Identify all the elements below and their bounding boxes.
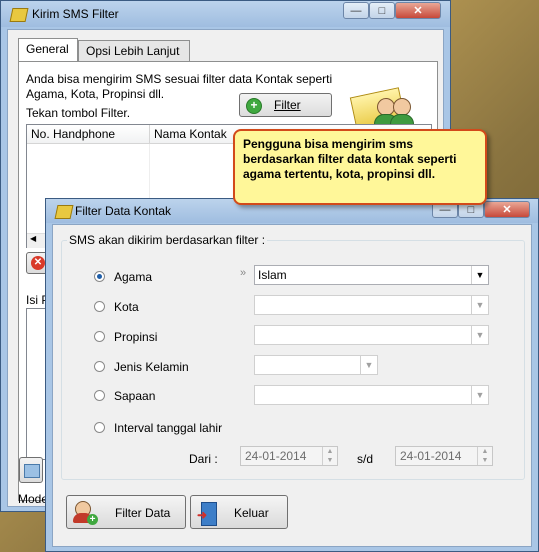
radio-propinsi[interactable]	[94, 331, 105, 342]
dialog-app-icon	[54, 205, 74, 219]
filter-close-button[interactable]: ✕	[484, 201, 530, 218]
filter-client-area: SMS akan dikirim berdasarkan filter : Ag…	[52, 224, 532, 547]
filter-dialog-title: Filter Data Kontak	[75, 204, 172, 218]
chevron-right-icon: »	[240, 267, 247, 279]
keluar-button[interactable]: ➜ Keluar	[190, 495, 288, 529]
filter-groupbox-label: SMS akan dikirim berdasarkan filter :	[67, 233, 268, 247]
date-to-spinner[interactable]: ▲ ▼	[477, 447, 492, 465]
chevron-down-icon[interactable]: ▼	[471, 326, 488, 344]
add-icon: +	[87, 514, 98, 525]
keluar-button-label: Keluar	[234, 506, 269, 520]
exit-arrow-icon: ➜	[197, 508, 208, 522]
chevron-down-icon[interactable]: ▼	[360, 356, 377, 374]
date-from-spinner[interactable]: ▲ ▼	[322, 447, 337, 465]
label-interval-tanggal-lahir: Interval tanggal lahir	[114, 421, 223, 435]
radio-agama[interactable]	[94, 271, 105, 282]
date-to-input[interactable]: 24-01-2014 ▲ ▼	[395, 446, 493, 466]
label-sd: s/d	[357, 452, 374, 466]
filter-data-button-label: Filter Data	[115, 506, 171, 520]
label-jenis-kelamin: Jenis Kelamin	[114, 360, 189, 374]
filter-dialog: Filter Data Kontak — □ ✕ SMS akan dikiri…	[45, 198, 539, 552]
date-from-value: 24-01-2014	[245, 449, 307, 463]
agama-select-value: Islam	[258, 268, 287, 282]
label-agama: Agama	[114, 270, 153, 284]
label-propinsi: Propinsi	[114, 330, 158, 344]
chevron-down-icon[interactable]: ▼	[471, 296, 488, 314]
kota-select[interactable]: ▼	[254, 295, 489, 315]
filter-data-button[interactable]: + Filter Data	[66, 495, 186, 529]
radio-kota[interactable]	[94, 301, 105, 312]
chevron-down-icon[interactable]: ▼	[471, 386, 488, 404]
tooltip-callout: Pengguna bisa mengirim sms berdasarkan f…	[233, 129, 487, 205]
radio-interval-tanggal-lahir[interactable]	[94, 422, 105, 433]
label-dari: Dari :	[189, 452, 218, 466]
date-from-input[interactable]: 24-01-2014 ▲ ▼	[240, 446, 338, 466]
label-kota: Kota	[114, 300, 139, 314]
propinsi-select[interactable]: ▼	[254, 325, 489, 345]
sapaan-select[interactable]: ▼	[254, 385, 489, 405]
chevron-down-icon[interactable]: ▼	[471, 266, 488, 284]
label-sapaan: Sapaan	[114, 389, 156, 403]
date-to-value: 24-01-2014	[400, 449, 462, 463]
radio-sapaan[interactable]	[94, 390, 105, 401]
jenis-kelamin-select[interactable]: ▼	[254, 355, 378, 375]
agama-select[interactable]: Islam ▼	[254, 265, 489, 285]
radio-jenis-kelamin[interactable]	[94, 361, 105, 372]
